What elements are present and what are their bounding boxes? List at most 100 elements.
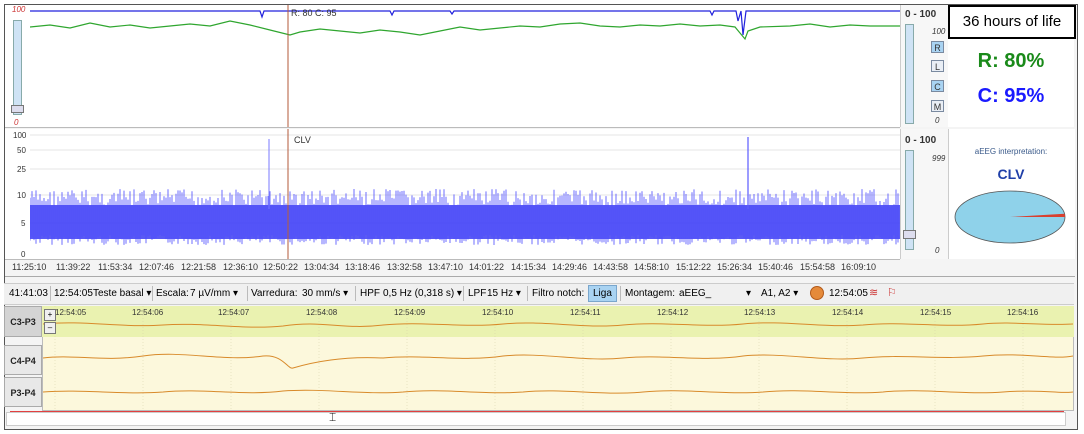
notch-toggle-button[interactable]: Liga <box>588 285 617 302</box>
time-tick-11: 14:01:22 <box>469 262 505 272</box>
impedance-scale-top: 100 <box>12 5 26 14</box>
eeg-time-9: 12:54:14 <box>832 308 864 317</box>
eeg-time-2: 12:54:07 <box>218 308 250 317</box>
time-tick-16: 15:12:22 <box>676 262 712 272</box>
timeline-cursor-icon[interactable]: ⌶ <box>329 411 336 423</box>
eeg-time-0: 12:54:05 <box>55 308 87 317</box>
time-tick-0: 11:25:10 <box>12 262 47 272</box>
aeeg-graph <box>30 129 900 259</box>
brain-icon[interactable] <box>810 286 824 300</box>
channel-m-button[interactable]: M <box>931 100 944 112</box>
channel-r-trace <box>30 20 900 41</box>
time-tick-17: 15:26:34 <box>717 262 753 272</box>
aeeg-scale-range: 0 - 100 <box>905 135 937 146</box>
aeeg-y-tick-0: 0 <box>21 250 26 259</box>
hpf-label: HPF <box>360 288 380 299</box>
test-name-select[interactable]: Teste basal ▾ <box>93 288 151 299</box>
time-tick-3: 12:07:46 <box>139 262 175 272</box>
time-tick-9: 13:32:58 <box>387 262 423 272</box>
time-tick-19: 15:54:58 <box>800 262 836 272</box>
time-tick-18: 15:40:46 <box>758 262 794 272</box>
aeeg-y-tick-5: 5 <box>21 219 26 228</box>
time-tick-10: 13:47:10 <box>428 262 464 272</box>
hpf-select[interactable]: 0,5 Hz (0,318 s) ▾ <box>383 288 462 299</box>
channel-l-button[interactable]: L <box>931 60 944 72</box>
eeg-grid <box>43 306 1073 411</box>
timeline-scrollbar[interactable] <box>6 412 1066 426</box>
impedance-readout: R: 80 C: 95 <box>291 8 337 18</box>
aeeg-scale-handle[interactable] <box>903 230 916 239</box>
channel-label-c3-p3[interactable]: C3-P3 <box>4 306 42 337</box>
eeg-time-1: 12:54:06 <box>132 308 164 317</box>
time-tick-8: 13:18:46 <box>345 262 381 272</box>
toolbar-separator <box>527 286 528 301</box>
top-scale-slider[interactable] <box>905 24 914 124</box>
time-tick-6: 12:50:22 <box>263 262 299 272</box>
aeeg-pattern-label: CLV <box>294 135 311 145</box>
aeeg-y-tick-50: 50 <box>17 146 26 155</box>
aeeg-y-tick-100: 100 <box>13 131 27 140</box>
time-tick-12: 14:15:34 <box>511 262 547 272</box>
timeline-scrollbar-track <box>10 411 1064 412</box>
notch-label: Filtro notch: <box>532 288 585 299</box>
gain-decrease-button[interactable]: – <box>44 322 56 334</box>
impedance-slider[interactable] <box>13 20 22 115</box>
scale-label: Escala: <box>156 288 189 299</box>
toolbar-separator <box>463 286 464 301</box>
time-tick-4: 12:21:58 <box>181 262 217 272</box>
time-tick-5: 12:36:10 <box>223 262 259 272</box>
aeeg-interpretation-value: CLV <box>997 166 1025 182</box>
eeg-time-7: 12:54:12 <box>657 308 689 317</box>
aeeg-interpretation-pie <box>954 190 1066 244</box>
scale-select[interactable]: 7 µV/mm ▾ <box>190 288 238 299</box>
channel-label-c4-p4[interactable]: C4-P4 <box>4 345 42 375</box>
aeeg-interpretation-title: aEEG interpretation: <box>974 147 1048 156</box>
eeg-time-8: 12:54:13 <box>744 308 776 317</box>
time-tick-13: 14:29:46 <box>552 262 588 272</box>
toolbar-separator <box>620 286 621 301</box>
reference-select[interactable]: A1, A2 ▾ <box>761 288 798 299</box>
time-tick-20: 16:09:10 <box>841 262 877 272</box>
sweep-label: Varredura: <box>251 288 298 299</box>
toolbar-separator <box>355 286 356 301</box>
toolbar-separator <box>152 286 153 301</box>
toolbar-time-right: 12:54:05 <box>829 288 868 299</box>
toolbar-separator <box>50 286 51 301</box>
time-tick-2: 11:53:34 <box>98 262 133 272</box>
sweep-select[interactable]: 30 mm/s ▾ <box>302 288 348 299</box>
channel-label-p3-p4[interactable]: P3-P4 <box>4 377 42 407</box>
montage-select[interactable]: aEEG_ <box>679 288 739 299</box>
eeg-time-5: 12:54:10 <box>482 308 514 317</box>
aeeg-scale-min: 0 <box>935 246 940 255</box>
eeg-time-10: 12:54:15 <box>920 308 952 317</box>
top-scale-range: 0 - 100 <box>905 9 937 20</box>
aeeg-scale-max: 999 <box>932 154 946 163</box>
channel-c-button[interactable]: C <box>931 80 944 92</box>
lpf-select[interactable]: 15 Hz ▾ <box>487 288 521 299</box>
elapsed-time: 41:41:03 <box>9 288 48 299</box>
time-tick-7: 13:04:34 <box>304 262 340 272</box>
aeeg-y-tick-10: 10 <box>17 191 26 200</box>
montage-label: Montagem: <box>625 288 676 299</box>
eeg-time-6: 12:54:11 <box>570 308 601 317</box>
waveform-icon[interactable]: ≋ <box>869 286 878 299</box>
event-marker-icon[interactable]: ⚐ <box>887 286 897 299</box>
channel-c-trace <box>30 10 900 36</box>
eeg-time-11: 12:54:16 <box>1007 308 1039 317</box>
impedance-slider-handle[interactable] <box>11 105 24 113</box>
gain-increase-button[interactable]: + <box>44 309 56 321</box>
time-tick-14: 14:43:58 <box>593 262 629 272</box>
impedance-scale-bottom: 0 <box>14 118 19 127</box>
lpf-label: LPF <box>468 288 487 299</box>
impedance-trend-graph <box>30 5 900 127</box>
eeg-time-3: 12:54:08 <box>306 308 338 317</box>
clock-time: 12:54:05 <box>54 288 93 299</box>
channel-r-button[interactable]: R <box>931 41 944 53</box>
top-scale-min: 0 <box>935 116 940 125</box>
toolbar-separator <box>247 286 248 301</box>
impedance-c-value: C: 95% <box>977 85 1045 107</box>
impedance-r-value: R: 80% <box>977 50 1045 72</box>
time-tick-15: 14:58:10 <box>634 262 670 272</box>
top-scale-max: 100 <box>932 27 946 36</box>
chevron-down-icon[interactable]: ▾ <box>746 288 751 299</box>
